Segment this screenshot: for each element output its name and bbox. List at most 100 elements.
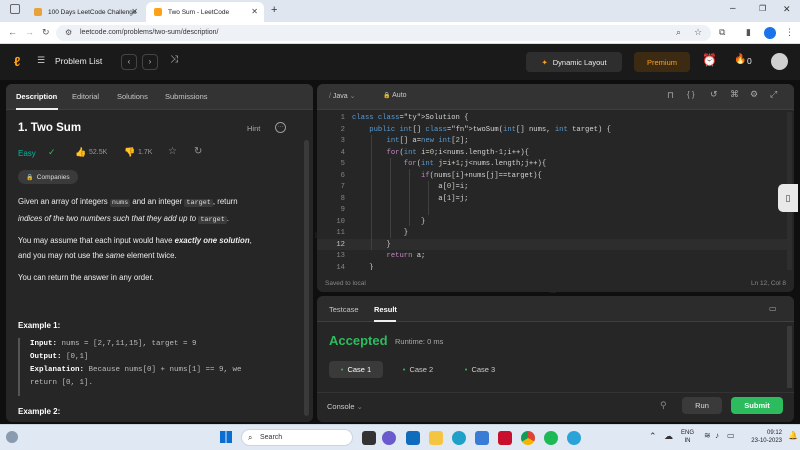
chrome-icon[interactable] xyxy=(521,431,535,445)
spotify-icon[interactable] xyxy=(544,431,558,445)
tab-result[interactable]: Result xyxy=(374,305,397,314)
collapse-panel-icon[interactable]: ▭ xyxy=(769,304,777,313)
url-input[interactable]: ⚙ leetcode.com/problems/two-sum/descript… xyxy=(56,25,711,41)
prev-problem-button[interactable]: ‹ xyxy=(121,54,137,70)
taskbar-search[interactable]: ⌕ Search xyxy=(241,429,353,446)
reload-icon[interactable]: ↻ xyxy=(42,27,50,38)
notes-side-button[interactable]: ▯ xyxy=(778,184,798,212)
code-line[interactable]: 11 } xyxy=(317,228,777,240)
code-line[interactable]: 8 a[1]=j; xyxy=(317,194,777,206)
tray-chevron-up-icon[interactable]: ⌃ xyxy=(649,431,657,442)
close-tab-icon[interactable]: ✕ xyxy=(251,7,258,16)
premium-button[interactable]: Premium xyxy=(634,52,690,72)
alarm-clock-icon[interactable]: ⏰ xyxy=(702,53,717,67)
next-problem-button[interactable]: › xyxy=(142,54,158,70)
browser-tab-2[interactable]: Two Sum - LeetCode ✕ xyxy=(146,2,264,22)
favorite-star-icon[interactable]: ☆ xyxy=(168,146,177,157)
debug-bug-icon[interactable]: ⚲ xyxy=(660,400,667,411)
problem-list-icon[interactable]: ☰ xyxy=(37,55,45,66)
new-tab-button[interactable]: + xyxy=(271,4,277,16)
notification-bell-icon[interactable]: 🔔 xyxy=(788,431,798,440)
settings-gear-icon[interactable]: ⚙ xyxy=(750,89,758,100)
edge-browser-icon[interactable] xyxy=(452,431,466,445)
store-icon[interactable] xyxy=(475,431,489,445)
extensions-icon[interactable]: ⧉ xyxy=(719,27,725,38)
clock[interactable]: 09:12 23-10-2023 xyxy=(744,429,782,445)
weather-widget-icon[interactable] xyxy=(6,431,18,443)
code-line[interactable]: 12 } xyxy=(317,240,777,252)
more-options-icon[interactable]: ··· xyxy=(275,122,286,133)
close-tab-icon[interactable]: ✕ xyxy=(131,7,138,16)
shortcuts-icon[interactable]: ⌘ xyxy=(730,89,739,100)
code-area[interactable]: 1 class class="ty">Solution {2 public int… xyxy=(317,112,787,270)
site-info-icon[interactable]: ⚙ xyxy=(65,25,72,41)
meet-icon[interactable] xyxy=(406,431,420,445)
file-explorer-icon[interactable] xyxy=(429,431,443,445)
telegram-icon[interactable] xyxy=(567,431,581,445)
bookmark-star-icon[interactable]: ☆ xyxy=(694,27,702,38)
case-3-button[interactable]: • Case 3 xyxy=(453,361,507,378)
code-line[interactable]: 6 if(nums[i]+nums[j]==target){ xyxy=(317,171,777,183)
cloud-icon[interactable]: ☁ xyxy=(664,431,673,442)
start-menu-icon[interactable] xyxy=(220,431,232,443)
tab-editorial[interactable]: Editorial xyxy=(72,92,99,101)
mcafee-icon[interactable] xyxy=(498,431,512,445)
shuffle-icon[interactable]: ⤨ xyxy=(170,54,178,65)
language-indicator[interactable]: ENG IN xyxy=(681,429,694,445)
language-selector[interactable]: / Java ⌄ xyxy=(329,92,356,100)
tab-list-icon[interactable] xyxy=(10,4,20,14)
minimize-icon[interactable]: – xyxy=(730,3,736,14)
profile-avatar[interactable] xyxy=(764,27,776,39)
tab-solutions[interactable]: Solutions xyxy=(117,92,148,101)
search-icon[interactable]: ⌕ xyxy=(676,27,681,38)
code-line[interactable]: 4 for(int i=0;i<nums.length-1;i++){ xyxy=(317,148,777,160)
bookmark-icon[interactable]: ⊓ xyxy=(667,90,674,101)
result-scrollbar[interactable] xyxy=(787,326,792,388)
battery-icon[interactable]: ▭ xyxy=(727,431,735,440)
hint-button[interactable]: Hint xyxy=(247,124,260,133)
browser-tab-1[interactable]: 100 Days LeetCode Challenge ✕ xyxy=(26,2,144,22)
back-icon[interactable]: ← xyxy=(8,27,17,37)
companies-tag[interactable]: 🔒 Companies xyxy=(18,170,78,184)
user-avatar[interactable] xyxy=(771,53,788,70)
window-close-icon[interactable]: ✕ xyxy=(783,4,791,15)
code-line[interactable]: 5 for(int j=i+1;j<nums.length;j++){ xyxy=(317,159,777,171)
chat-icon[interactable] xyxy=(382,431,396,445)
maximize-icon[interactable]: ❐ xyxy=(759,4,766,13)
code-line[interactable]: 14 } xyxy=(317,263,777,271)
dynamic-layout-button[interactable]: ✦ Dynamic Layout xyxy=(526,52,622,72)
run-button[interactable]: Run xyxy=(682,397,722,414)
task-view-icon[interactable] xyxy=(362,431,376,445)
forward-icon[interactable]: → xyxy=(25,27,34,37)
problem-list-link[interactable]: Problem List xyxy=(55,56,102,66)
code-line[interactable]: 3 int[] a=new int[2]; xyxy=(317,136,777,148)
reset-code-icon[interactable]: ↺ xyxy=(710,89,718,100)
side-panel-icon[interactable]: ▮ xyxy=(746,27,751,38)
code-line[interactable]: 9 xyxy=(317,205,777,217)
console-toggle[interactable]: Console ⌄ xyxy=(327,402,363,411)
leetcode-logo-icon[interactable]: ℓ xyxy=(14,54,20,69)
tab-testcase[interactable]: Testcase xyxy=(329,305,359,314)
code-line[interactable]: 7 a[0]=i; xyxy=(317,182,777,194)
code-line[interactable]: 13 return a; xyxy=(317,251,777,263)
like-icon[interactable]: 👍 xyxy=(75,147,86,158)
streak-fire-icon[interactable]: 🔥 xyxy=(734,54,746,65)
volume-icon[interactable]: ♪ xyxy=(715,431,719,440)
panel-resize-handle[interactable]: ⋮ xyxy=(313,232,319,244)
autocomplete-mode[interactable]: 🔒 Auto xyxy=(383,92,407,99)
submit-button[interactable]: Submit xyxy=(731,397,783,414)
tab-description[interactable]: Description xyxy=(16,92,57,101)
wifi-icon[interactable]: ≋ xyxy=(704,431,711,440)
browser-menu-icon[interactable]: ⋮ xyxy=(785,27,794,38)
code-line[interactable]: 10 } xyxy=(317,217,777,229)
case-2-button[interactable]: • Case 2 xyxy=(391,361,445,378)
code-line[interactable]: 2 public int[] class="fn">twoSum(int[] n… xyxy=(317,125,777,137)
dislike-icon[interactable]: 👎 xyxy=(124,147,135,158)
fullscreen-icon[interactable]: ⤢ xyxy=(770,89,777,100)
tab-submissions[interactable]: Submissions xyxy=(165,92,208,101)
description-scrollbar[interactable] xyxy=(304,140,309,416)
case-1-button[interactable]: • Case 1 xyxy=(329,361,383,378)
share-icon[interactable]: ↻ xyxy=(194,146,202,157)
code-line[interactable]: 1 class class="ty">Solution { xyxy=(317,113,777,125)
format-braces-icon[interactable]: { } xyxy=(687,90,695,99)
